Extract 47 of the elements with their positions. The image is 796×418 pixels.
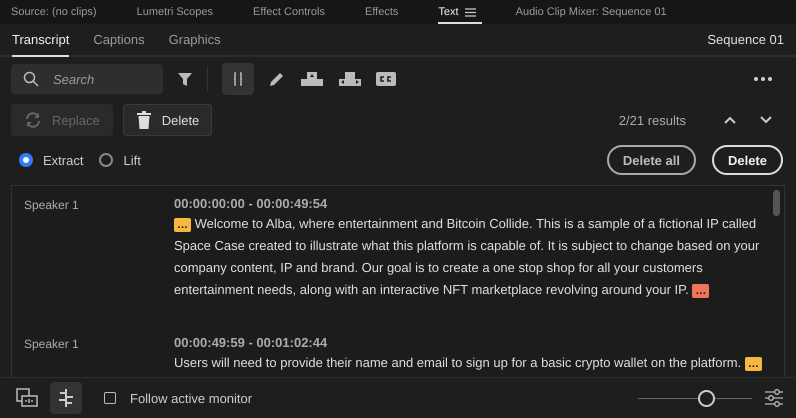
pause-marker[interactable]: … bbox=[692, 284, 710, 298]
delete-pill-button[interactable]: Delete all bbox=[606, 145, 696, 175]
search-icon bbox=[23, 71, 39, 87]
brackets-icon bbox=[232, 72, 244, 86]
transcript-text: … Welcome to Alba, where entertainment and Bitcoin Collide. This is a sample of a fictional IP called Space Case created to illustrate what this platform is capable of. It is subject to change based on your company content, IP and brand. Our goal is to create a one stop shop for all your customers entertainment needs, along with an interactive NFT marketplace revolving around your IP. … bbox=[174, 215, 760, 300]
timecode: 00:00:00:00 - 00:00:49:54 bbox=[174, 196, 328, 211]
split-icon[interactable] bbox=[300, 71, 324, 87]
timecode: 00:00:49:59 - 00:01:02:44 bbox=[174, 335, 328, 350]
pause-marker[interactable]: … bbox=[174, 218, 191, 232]
speaker-label: Speaker 1 bbox=[24, 336, 80, 353]
chevron-up-icon[interactable] bbox=[724, 116, 736, 124]
transcript-text: Users will need to provide their name and email to sign up for a basic crypto wallet on the platform. … bbox=[174, 352, 764, 374]
panel-tab[interactable]: Effects bbox=[364, 0, 438, 24]
more-icon[interactable] bbox=[754, 77, 772, 81]
slider-thumb[interactable] bbox=[698, 390, 716, 406]
sub-tab[interactable]: Graphics bbox=[168, 24, 221, 55]
film-audio-icon[interactable] bbox=[16, 388, 38, 408]
captions-icon[interactable] bbox=[376, 72, 396, 86]
panel-tab[interactable]: Source: (no clips) bbox=[11, 0, 137, 24]
filter-icon[interactable] bbox=[177, 71, 193, 87]
pause-marker[interactable]: … bbox=[744, 357, 762, 371]
merge-icon[interactable] bbox=[338, 71, 362, 87]
menu-icon[interactable] bbox=[464, 8, 476, 16]
pencil-icon[interactable] bbox=[268, 70, 286, 88]
panel-tab[interactable]: Text bbox=[438, 0, 482, 24]
panel-tab[interactable]: Audio Clip Mixer: Sequence 01 bbox=[516, 0, 707, 24]
radio-option[interactable]: Lift bbox=[99, 152, 141, 168]
sequence-name: Sequence 01 bbox=[707, 32, 784, 47]
results-count: 2/21 results bbox=[618, 112, 686, 128]
delete-pill-button[interactable]: Delete bbox=[712, 145, 783, 175]
align-icon bbox=[56, 388, 76, 408]
delete-button[interactable]: Delete bbox=[122, 104, 212, 136]
panel-tab[interactable]: Effect Controls bbox=[253, 0, 365, 24]
sub-tab[interactable]: Transcript bbox=[12, 24, 70, 57]
chevron-down-icon[interactable] bbox=[760, 116, 772, 124]
trash-icon bbox=[136, 111, 152, 129]
brackets-button[interactable] bbox=[222, 63, 254, 95]
follow-monitor-checkbox[interactable]: Follow active monitor bbox=[104, 390, 252, 406]
sub-tab[interactable]: Captions bbox=[93, 24, 145, 55]
settings-icon[interactable] bbox=[764, 389, 784, 407]
speaker-label: Speaker 1 bbox=[24, 197, 80, 214]
refresh-icon bbox=[24, 111, 42, 129]
panel-tab[interactable]: Lumetri Scopes bbox=[136, 0, 254, 24]
search-field[interactable]: Search bbox=[11, 64, 163, 94]
align-button[interactable] bbox=[50, 382, 82, 414]
scrollbar[interactable] bbox=[773, 190, 780, 216]
radio-option[interactable]: Extract bbox=[19, 152, 84, 168]
